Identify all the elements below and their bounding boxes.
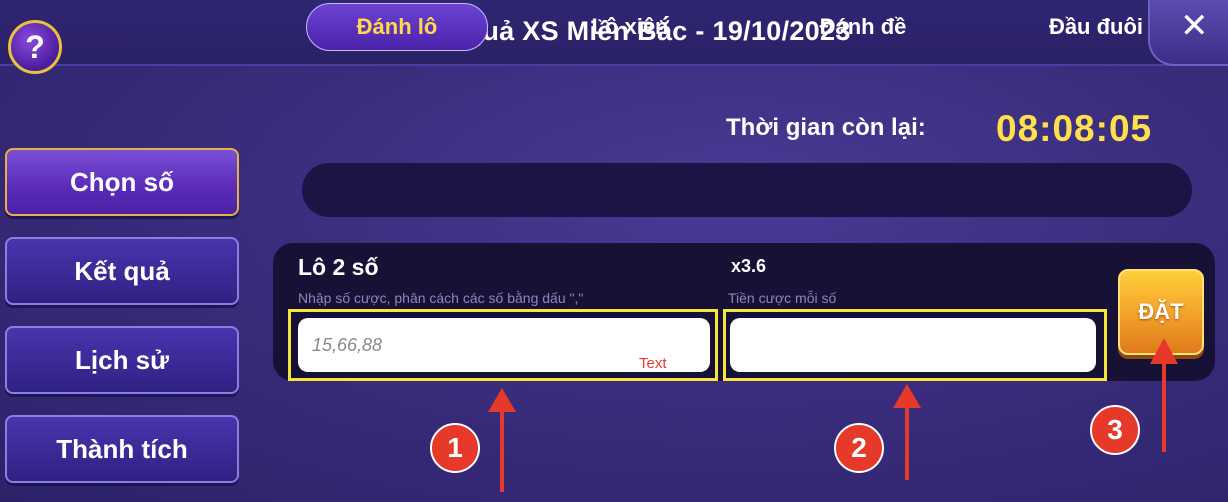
step-badge-3: 3 xyxy=(1090,405,1140,455)
place-bet-button[interactable]: ĐẶT xyxy=(1118,269,1204,355)
arrow-1-head xyxy=(488,388,516,412)
sidebar-item-lich-su[interactable]: Lịch sử xyxy=(5,326,239,394)
sidebar-item-ket-qua[interactable]: Kết quả xyxy=(5,237,239,305)
tab-dau-duoi[interactable]: Đầu đuôi xyxy=(1006,0,1186,54)
sidebar-item-label: Chọn số xyxy=(70,166,174,197)
time-remaining-label: Thời gian còn lại: xyxy=(726,114,926,141)
sidebar-item-label: Thành tích xyxy=(56,433,188,464)
sidebar-item-chon-so[interactable]: Chọn số xyxy=(5,148,239,216)
bet-amount-input[interactable] xyxy=(730,318,1096,372)
tab-danh-de[interactable]: Đánh đề xyxy=(773,0,953,54)
step-badge-1: 1 xyxy=(430,423,480,473)
sidebar-item-label: Kết quả xyxy=(74,255,170,286)
arrow-2-head xyxy=(893,384,921,408)
text-annotation: Text xyxy=(639,355,667,372)
amount-hint: Tiền cược mỗi số xyxy=(728,290,837,306)
sidebar-item-label: Lịch sử xyxy=(75,344,169,375)
bet-type-title: Lô 2 số xyxy=(298,254,379,280)
step-badge-2: 2 xyxy=(834,423,884,473)
question-icon: ? xyxy=(25,28,45,65)
numbers-hint: Nhập số cược, phân cách các số bằng dấu … xyxy=(298,290,584,306)
countdown-timer: 08:08:05 xyxy=(996,108,1153,149)
sidebar-item-thanh-tich[interactable]: Thành tích xyxy=(5,415,239,483)
help-button[interactable]: ? xyxy=(8,20,62,74)
tab-danh-lo[interactable]: Đánh lô xyxy=(306,3,488,51)
bet-type-tabs xyxy=(302,163,1192,217)
tab-lo-xien[interactable]: Lô xiên xyxy=(540,0,720,54)
payout-multiplier: x3.6 xyxy=(731,256,767,276)
